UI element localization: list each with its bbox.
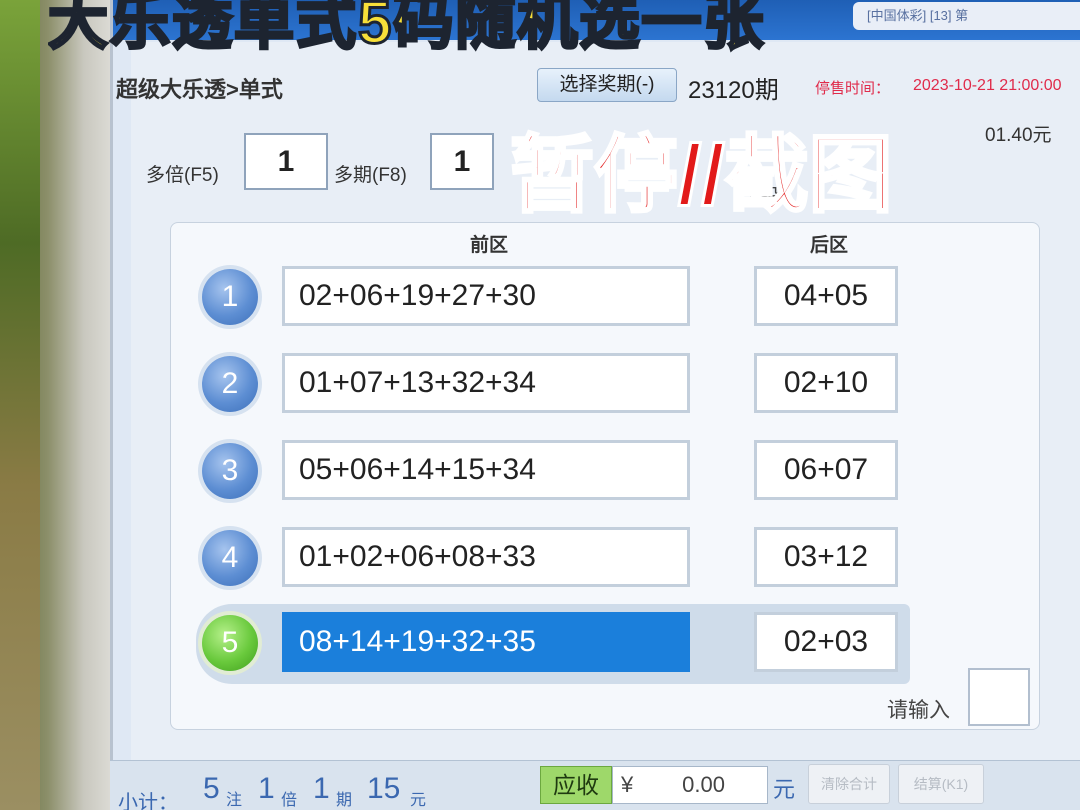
multi-period-input[interactable]: 1 bbox=[430, 133, 494, 190]
period-unit: 期 bbox=[336, 792, 353, 809]
row-number-ball: 1 bbox=[202, 269, 258, 325]
subtotal-label: 小计： bbox=[118, 792, 178, 810]
front-zone-header: 前区 bbox=[470, 235, 509, 256]
multiple-label: 多倍(F5) bbox=[146, 165, 219, 186]
stop-sale-label: 停售时间： bbox=[815, 80, 891, 97]
back-numbers-field[interactable]: 03+12 bbox=[754, 527, 898, 587]
settle-button[interactable]: 结算(K1) bbox=[898, 764, 984, 804]
row-number-ball: 2 bbox=[202, 356, 258, 412]
multi-period-label: 多期(F8) bbox=[334, 165, 407, 186]
amount-unit: 元 bbox=[410, 792, 427, 809]
multiple-unit: 倍 bbox=[281, 792, 298, 809]
background-scene bbox=[0, 0, 40, 810]
amount-total: 15 bbox=[367, 772, 401, 805]
number-input-box[interactable] bbox=[968, 668, 1030, 726]
row-number-ball: 4 bbox=[202, 530, 258, 586]
play-type-title: 超级大乐透>单式 bbox=[116, 77, 283, 102]
back-zone-header: 后区 bbox=[810, 235, 849, 256]
ticket-row-1[interactable]: 1 02+06+19+27+30 04+05 bbox=[196, 258, 910, 330]
front-numbers-field[interactable]: 02+06+19+27+30 bbox=[282, 266, 690, 326]
front-numbers-field[interactable]: 01+02+06+08+33 bbox=[282, 527, 690, 587]
currency-symbol: ¥ bbox=[621, 772, 634, 797]
back-numbers-field[interactable]: 02+10 bbox=[754, 353, 898, 413]
amount-due-button[interactable]: 应收 bbox=[540, 766, 612, 804]
period-count: 1 bbox=[313, 772, 330, 805]
amount-due-field[interactable]: ¥ 0.00 bbox=[612, 766, 768, 804]
balance-value: 01.40元 bbox=[985, 125, 1052, 146]
bets-unit: 注 bbox=[226, 792, 243, 809]
ticket-row-2[interactable]: 2 01+07+13+32+34 02+10 bbox=[196, 345, 910, 417]
bets-count: 5 bbox=[203, 772, 220, 805]
video-caption-top: 大乐透单式5码随机选一张 bbox=[48, 0, 766, 58]
front-numbers-field[interactable]: 01+07+13+32+34 bbox=[282, 353, 690, 413]
back-numbers-field[interactable]: 04+05 bbox=[754, 266, 898, 326]
select-period-button[interactable]: 选择奖期(-) bbox=[537, 68, 677, 102]
amount-due-unit: 元 bbox=[773, 777, 796, 802]
amount-due-value: 0.00 bbox=[682, 772, 725, 797]
ticket-row-4[interactable]: 4 01+02+06+08+33 03+12 bbox=[196, 519, 910, 591]
front-numbers-field[interactable]: 08+14+19+32+35 bbox=[282, 612, 690, 672]
period-number: 23120期 bbox=[688, 77, 779, 104]
video-caption-pause: 暂停//截图 bbox=[509, 127, 895, 224]
row-number-ball: 3 bbox=[202, 443, 258, 499]
stop-sale-time: 2023-10-21 21:00:00 bbox=[913, 77, 1062, 94]
multiple-count: 1 bbox=[258, 772, 275, 805]
back-numbers-field[interactable]: 02+03 bbox=[754, 612, 898, 672]
front-numbers-field[interactable]: 05+06+14+15+34 bbox=[282, 440, 690, 500]
monitor-bezel bbox=[0, 0, 120, 810]
clear-total-button[interactable]: 清除合计 bbox=[808, 764, 890, 804]
row-number-ball: 5 bbox=[202, 615, 258, 671]
multiple-input[interactable]: 1 bbox=[244, 133, 328, 190]
ticket-row-5-selected[interactable]: 5 08+14+19+32+35 02+03 bbox=[196, 604, 910, 684]
back-numbers-field[interactable]: 06+07 bbox=[754, 440, 898, 500]
ticket-row-3[interactable]: 3 05+06+14+15+34 06+07 bbox=[196, 432, 910, 504]
input-prompt-label: 请输入 bbox=[887, 699, 950, 722]
